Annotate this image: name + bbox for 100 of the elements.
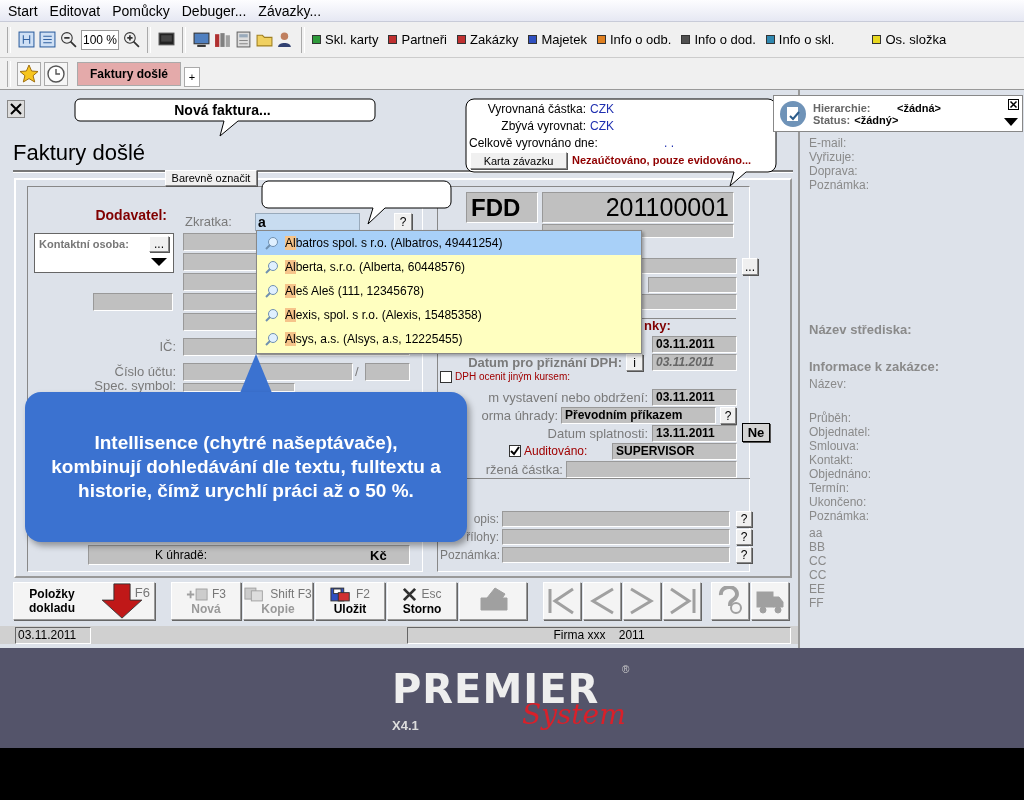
add-document-icon bbox=[186, 586, 208, 602]
suggestion-item[interactable]: Aleš Aleš (111, 12345678) bbox=[257, 279, 641, 303]
shortcut-key: F6 bbox=[134, 585, 150, 600]
calculator-icon[interactable] bbox=[235, 31, 252, 48]
info-label: Název: bbox=[809, 377, 848, 391]
field-label: K úhradě: bbox=[155, 548, 209, 562]
checkbox[interactable] bbox=[440, 371, 452, 383]
info-label: Vyřizuje: bbox=[809, 150, 856, 164]
layout-icon[interactable] bbox=[39, 31, 56, 48]
help-button[interactable]: ? bbox=[736, 547, 752, 563]
grid-icon[interactable] bbox=[18, 31, 35, 48]
shortcut-button[interactable]: Info o odb. bbox=[596, 28, 672, 51]
info-label: Poznámka: bbox=[809, 178, 871, 192]
info-label: Doprava: bbox=[809, 164, 859, 178]
new-tab-button[interactable]: + bbox=[184, 67, 201, 87]
text-field[interactable] bbox=[365, 363, 410, 381]
items-button[interactable]: Položky dokladu F6 bbox=[13, 582, 155, 620]
info-label: Průběh: bbox=[809, 411, 853, 425]
date-field[interactable]: 13.11.2011 bbox=[652, 425, 737, 442]
text-field[interactable] bbox=[183, 363, 353, 381]
screen-icon[interactable] bbox=[193, 31, 210, 48]
text-field[interactable] bbox=[502, 547, 730, 563]
popup-value: <žádný> bbox=[854, 113, 899, 126]
save-button[interactable]: F2 Uložit bbox=[315, 582, 385, 620]
info-label: Termín: bbox=[809, 481, 850, 495]
menu-item[interactable]: Závazky... bbox=[252, 0, 328, 21]
button-label: Storno bbox=[402, 601, 442, 616]
suggestion-item[interactable]: Alsys, a.s. (Alsys, a.s, 12225455) bbox=[257, 327, 641, 351]
menu-item[interactable]: Start bbox=[2, 0, 44, 21]
shortcut-key: F3 bbox=[212, 587, 226, 601]
shortcut-button[interactable]: Partneři bbox=[388, 28, 447, 51]
zoom-field[interactable]: 100 % bbox=[81, 29, 119, 50]
close-icon[interactable] bbox=[1008, 99, 1019, 110]
search-icon bbox=[265, 332, 279, 346]
books-icon[interactable] bbox=[214, 31, 231, 48]
clock-icon[interactable] bbox=[44, 61, 68, 86]
help-button[interactable]: ? bbox=[394, 213, 412, 231]
field-label: Spec. symbol: bbox=[93, 380, 176, 392]
text-field[interactable] bbox=[648, 277, 737, 293]
suggestion-item[interactable]: Albatros spol. s r.o. (Albatros, 49441254) bbox=[257, 231, 641, 255]
document-check-icon bbox=[779, 99, 807, 128]
date-field[interactable]: 03.11.2011 bbox=[652, 389, 737, 406]
text-field[interactable] bbox=[502, 511, 730, 527]
help-button[interactable]: ? bbox=[720, 407, 736, 424]
date-field[interactable]: 03.11.2011 bbox=[652, 336, 737, 353]
text-field[interactable] bbox=[566, 461, 737, 478]
shortcut-button[interactable]: Skl. karty bbox=[312, 28, 379, 51]
help-button[interactable]: ? bbox=[736, 529, 752, 545]
status-date: 03.11.2011 bbox=[15, 626, 91, 644]
help-button[interactable]: ? bbox=[736, 511, 752, 527]
input-field[interactable]: a bbox=[255, 213, 360, 231]
checkbox[interactable] bbox=[509, 445, 521, 457]
info-label: Smlouva: bbox=[809, 439, 861, 453]
suggestion-text: Aleš Aleš (111, 12345678) bbox=[285, 284, 424, 298]
color-tab-button[interactable]: Barevně označit bbox=[165, 170, 257, 186]
shortcut-button[interactable]: Zakázky bbox=[457, 28, 519, 51]
field-label: Číslo účtu: bbox=[113, 364, 176, 380]
browse-button[interactable]: ... bbox=[742, 258, 758, 275]
close-icon[interactable] bbox=[7, 100, 25, 118]
tab[interactable]: Faktury došlé bbox=[77, 61, 182, 86]
text-field[interactable] bbox=[93, 293, 173, 311]
field-label: IČ: bbox=[158, 339, 176, 355]
note-text: BB bbox=[809, 540, 826, 554]
cancel-button[interactable]: Esc Storno bbox=[387, 582, 457, 620]
field-label: orma úhrady: bbox=[480, 408, 558, 424]
suggestion-item[interactable]: Alberta, s.r.o. (Alberta, 60448576) bbox=[257, 255, 641, 279]
field-value: CZK bbox=[590, 102, 615, 117]
note-text: CC bbox=[809, 568, 828, 582]
popup-value: <žádná> bbox=[897, 101, 942, 114]
suggestion-text: Alsys, a.s. (Alsys, a.s, 12225455) bbox=[285, 332, 463, 346]
tooltip-pointer bbox=[240, 354, 272, 393]
shortcut-button[interactable]: Info o skl. bbox=[765, 28, 835, 51]
zoom-in-icon[interactable] bbox=[123, 31, 140, 48]
account-card-button[interactable]: Karta závazku bbox=[470, 152, 567, 169]
menu-item[interactable]: Editovat bbox=[43, 0, 107, 21]
shortcut-button[interactable]: Os. složka bbox=[872, 28, 947, 51]
shortcut-button[interactable]: Info o dod. bbox=[681, 28, 756, 51]
section-label: nky: bbox=[644, 318, 672, 334]
menu-item[interactable]: Debuger... bbox=[175, 0, 253, 21]
monitor-icon[interactable] bbox=[158, 31, 175, 48]
section-heading: Název střediska: bbox=[809, 322, 913, 337]
browse-button[interactable]: ... bbox=[149, 236, 169, 252]
search-icon bbox=[265, 284, 279, 298]
dropdown-arrow-icon[interactable] bbox=[151, 258, 167, 266]
info-label: E-mail: bbox=[809, 136, 848, 150]
shortcut-button[interactable]: Majetek bbox=[528, 28, 587, 51]
payment-field[interactable]: Převodním příkazem bbox=[561, 407, 716, 424]
info-button[interactable]: i bbox=[626, 354, 643, 371]
form-title: Faktury došlé bbox=[13, 140, 147, 167]
text-field[interactable]: SUPERVISOR bbox=[612, 443, 737, 460]
zoom-out-icon[interactable] bbox=[60, 31, 77, 48]
menu-item[interactable]: Pomůcky bbox=[106, 0, 176, 21]
search-icon bbox=[265, 260, 279, 274]
text-field[interactable] bbox=[502, 529, 730, 545]
suggestion-item[interactable]: Alexis, spol. s r.o. (Alexis, 15485358) bbox=[257, 303, 641, 327]
field-label: Datum splatnosti: bbox=[546, 426, 648, 442]
shortcut-key: Shift F3 bbox=[270, 587, 312, 601]
person-icon[interactable] bbox=[277, 31, 294, 48]
dropdown-arrow-icon[interactable] bbox=[1004, 118, 1018, 126]
toggle-button[interactable]: Ne bbox=[742, 423, 770, 442]
